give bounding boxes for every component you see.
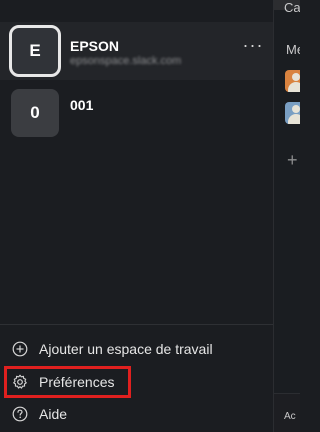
add-workspace-menu-item[interactable]: Ajouter un espace de travail (0, 333, 273, 365)
workspace-row-epson[interactable]: E EPSON epsonspace.slack.com ··· (0, 22, 273, 80)
workspace-row-001[interactable]: 0 001 (0, 86, 273, 142)
workspace-domain: epsonspace.slack.com (70, 55, 182, 67)
divider (0, 324, 273, 325)
add-workspace-label: Ajouter un espace de travail (39, 341, 213, 357)
background-peek-text: Ca (284, 0, 300, 15)
help-menu-item[interactable]: Aide (0, 398, 273, 430)
workspace-icon: E (9, 25, 61, 77)
plus-icon: + (287, 150, 298, 170)
plus-circle-icon (12, 341, 28, 357)
preferences-highlight-box (4, 366, 131, 398)
background-bottom-peek: Ac (284, 411, 296, 422)
background-section-peek: Me (286, 42, 300, 57)
more-options-button[interactable]: ··· (242, 36, 264, 60)
workspace-name: 001 (70, 97, 94, 113)
workspace-name: EPSON (70, 38, 120, 54)
user-avatar (285, 102, 300, 124)
workspace-icon: 0 (11, 89, 59, 137)
background-panel: Ca Me + Ac (273, 0, 300, 432)
workspace-drawer: E EPSON epsonspace.slack.com ··· 0 001 A… (0, 0, 273, 432)
user-avatar (285, 70, 300, 92)
help-circle-icon (12, 406, 28, 422)
help-label: Aide (39, 406, 68, 422)
background-bottombar: Ac (274, 393, 300, 432)
